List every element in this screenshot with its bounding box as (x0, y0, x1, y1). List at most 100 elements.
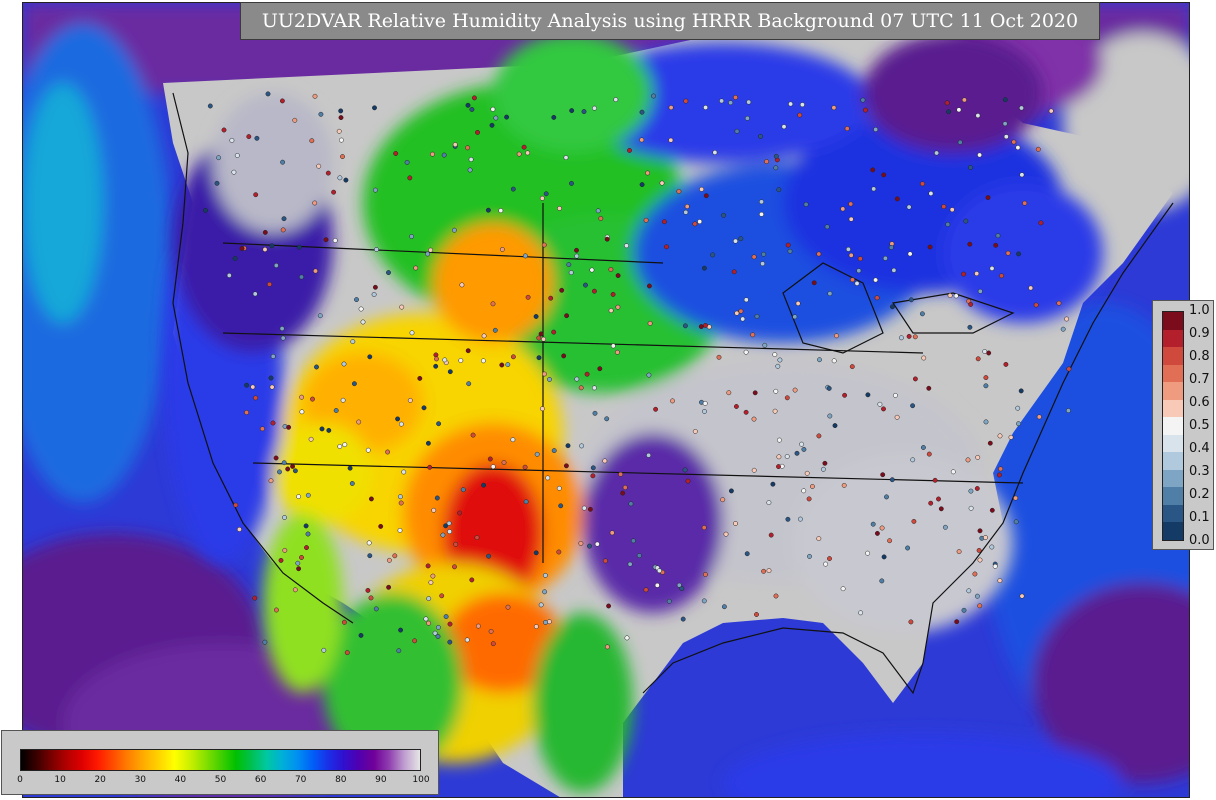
observation-dot (912, 334, 918, 340)
observation-dot (1036, 414, 1042, 420)
observation-dot (989, 265, 995, 271)
observation-dot (881, 406, 886, 412)
observation-dot (699, 186, 705, 192)
observation-dot (670, 398, 675, 404)
observation-dot (938, 506, 944, 512)
observation-dot (968, 505, 974, 511)
observation-dot (870, 167, 876, 173)
observation-dot (234, 153, 240, 158)
observation-dot (299, 409, 305, 415)
observation-dot (407, 175, 413, 181)
observation-dot (1003, 361, 1009, 367)
observation-dot (290, 463, 296, 469)
observation-dot (733, 404, 739, 409)
observation-dot (280, 159, 286, 165)
observation-dot (475, 129, 480, 135)
observation-dot (1035, 146, 1041, 152)
observation-dot (827, 413, 833, 419)
observation-dot (738, 308, 744, 314)
observation-dot (398, 627, 404, 633)
observation-dot (797, 516, 803, 522)
observation-dot (664, 244, 669, 250)
observation-dot (385, 449, 391, 455)
observation-dot (312, 200, 318, 206)
observation-dot (347, 465, 353, 471)
observation-dot (490, 641, 496, 647)
observation-dot (386, 557, 392, 563)
observation-dot (701, 265, 707, 271)
observation-dot (743, 297, 749, 303)
observation-dot (366, 540, 372, 546)
observation-dot (858, 610, 864, 616)
map-title: UU2DVAR Relative Humidity Analysis using… (240, 2, 1100, 40)
observation-dot (882, 255, 888, 261)
observation-dot (768, 532, 774, 538)
observation-dot (910, 403, 916, 409)
observation-dot (332, 238, 338, 243)
observation-dot (792, 387, 798, 393)
observation-dot (292, 117, 298, 123)
observation-dot (282, 547, 288, 553)
observation-dot (488, 628, 494, 634)
observation-dot (368, 496, 374, 502)
observation-dot (610, 291, 616, 297)
observation-dot (966, 588, 972, 594)
observation-dot (587, 506, 593, 512)
observation-dot (440, 532, 446, 538)
observation-dot (469, 107, 475, 112)
observation-dot (703, 322, 708, 328)
observation-dot (372, 284, 378, 290)
observation-dot (871, 186, 877, 192)
observation-dot (785, 242, 791, 248)
observation-dot (374, 247, 379, 252)
observation-dot (615, 273, 621, 279)
observation-dot (628, 501, 634, 507)
observation-colorbar-segment (1163, 487, 1183, 505)
observation-dot (566, 262, 572, 268)
observation-dot (262, 229, 268, 235)
observation-dot (685, 478, 691, 484)
observation-dot (358, 306, 364, 312)
observation-dot (282, 515, 287, 520)
observation-dot (968, 165, 973, 170)
observation-dot (845, 246, 851, 252)
observation-dot (615, 304, 621, 310)
observation-dot (487, 456, 493, 462)
observation-dot (319, 426, 325, 432)
observation-dot (409, 234, 415, 239)
observation-dot (770, 481, 776, 487)
observation-dot (545, 475, 551, 481)
observation-dot (950, 469, 956, 475)
observation-dot (1016, 251, 1022, 257)
humidity-map[interactable] (23, 3, 1190, 798)
observation-dot (636, 553, 642, 559)
observation-dot (668, 137, 674, 143)
observation-dot (510, 186, 516, 192)
observation-dot (368, 595, 374, 601)
observation-dot (976, 547, 982, 553)
observation-dot (333, 408, 339, 413)
observation-dot (788, 101, 794, 107)
observation-colorbar-segment (1163, 504, 1183, 523)
observation-dot (485, 207, 491, 213)
observation-dot (365, 587, 371, 593)
observation-dot (581, 109, 587, 115)
observation-dot (309, 138, 315, 144)
observation-dot (467, 167, 473, 173)
observation-dot (510, 437, 516, 443)
observation-dot (792, 314, 798, 320)
observation-dot (246, 134, 252, 140)
observation-dot (267, 281, 272, 287)
observation-dot (466, 381, 472, 387)
observation-dot (372, 105, 377, 111)
observation-dot (244, 410, 250, 415)
observation-dot (712, 150, 718, 155)
observation-dot (761, 568, 767, 574)
humidity-colorbar-tick: 70 (294, 775, 307, 785)
observation-colorbar-tick: 0.8 (1189, 349, 1210, 364)
observation-dot (595, 208, 601, 214)
observation-dot (464, 637, 470, 643)
observation-dot (356, 419, 362, 425)
observation-dot (826, 385, 832, 391)
map-frame[interactable] (22, 2, 1190, 798)
